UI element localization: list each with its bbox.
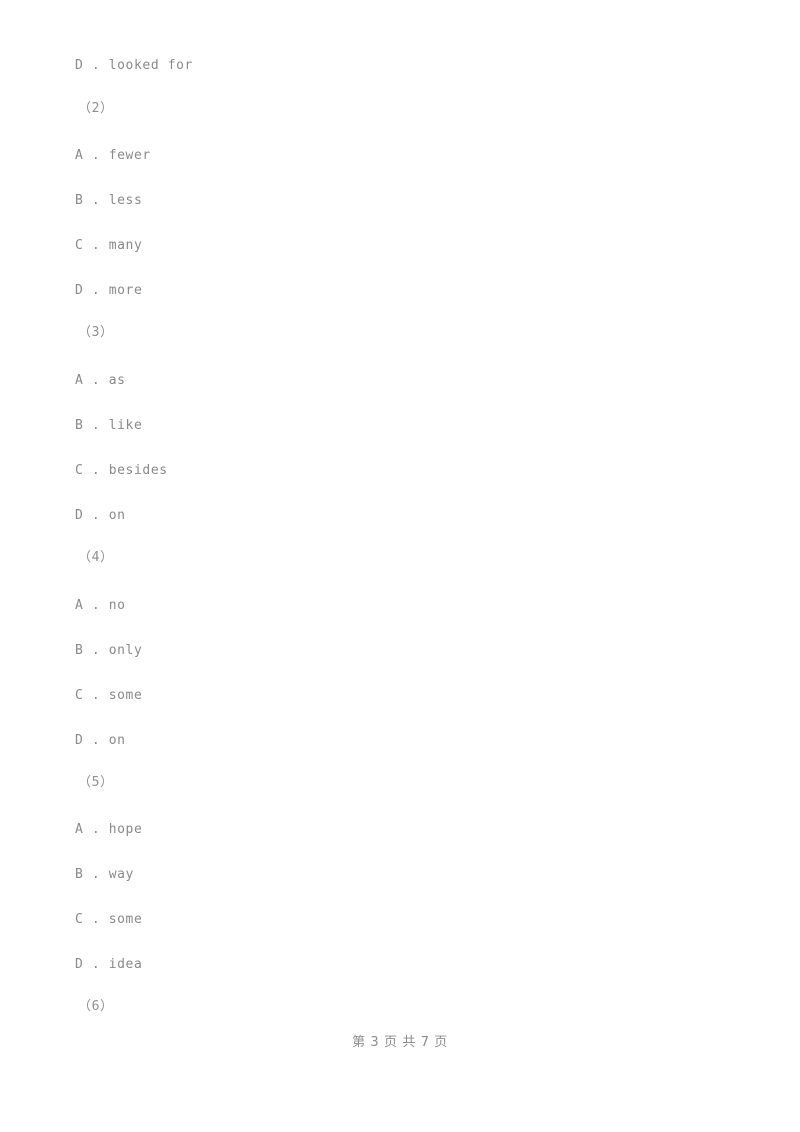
answer-option: D . looked for [75,58,193,73]
answer-option: B . less [75,193,143,208]
answer-option: D . on [75,733,126,748]
question-number: （3） [78,325,114,340]
page-footer: 第 3 页 共 7 页 [352,1035,448,1050]
question-number: （5） [78,775,114,790]
document-page: D . looked for （2） A . fewer B . less C . ma… [0,0,800,1132]
answer-option: B . like [75,418,143,433]
answer-option: A . no [75,598,126,613]
answer-option: D . more [75,283,143,298]
answer-option: B . only [75,643,143,658]
answer-option: C . some [75,912,143,927]
question-number: （4） [78,550,114,565]
answer-option: D . on [75,508,126,523]
answer-option: B . way [75,867,134,882]
answer-option: C . besides [75,463,168,478]
answer-option: C . some [75,688,143,703]
question-number: （6） [78,999,114,1014]
answer-option: D . idea [75,957,143,972]
answer-option: C . many [75,238,143,253]
question-number: （2） [78,101,114,116]
answer-option: A . as [75,373,126,388]
answer-option: A . fewer [75,148,151,163]
answer-option: A . hope [75,822,143,837]
